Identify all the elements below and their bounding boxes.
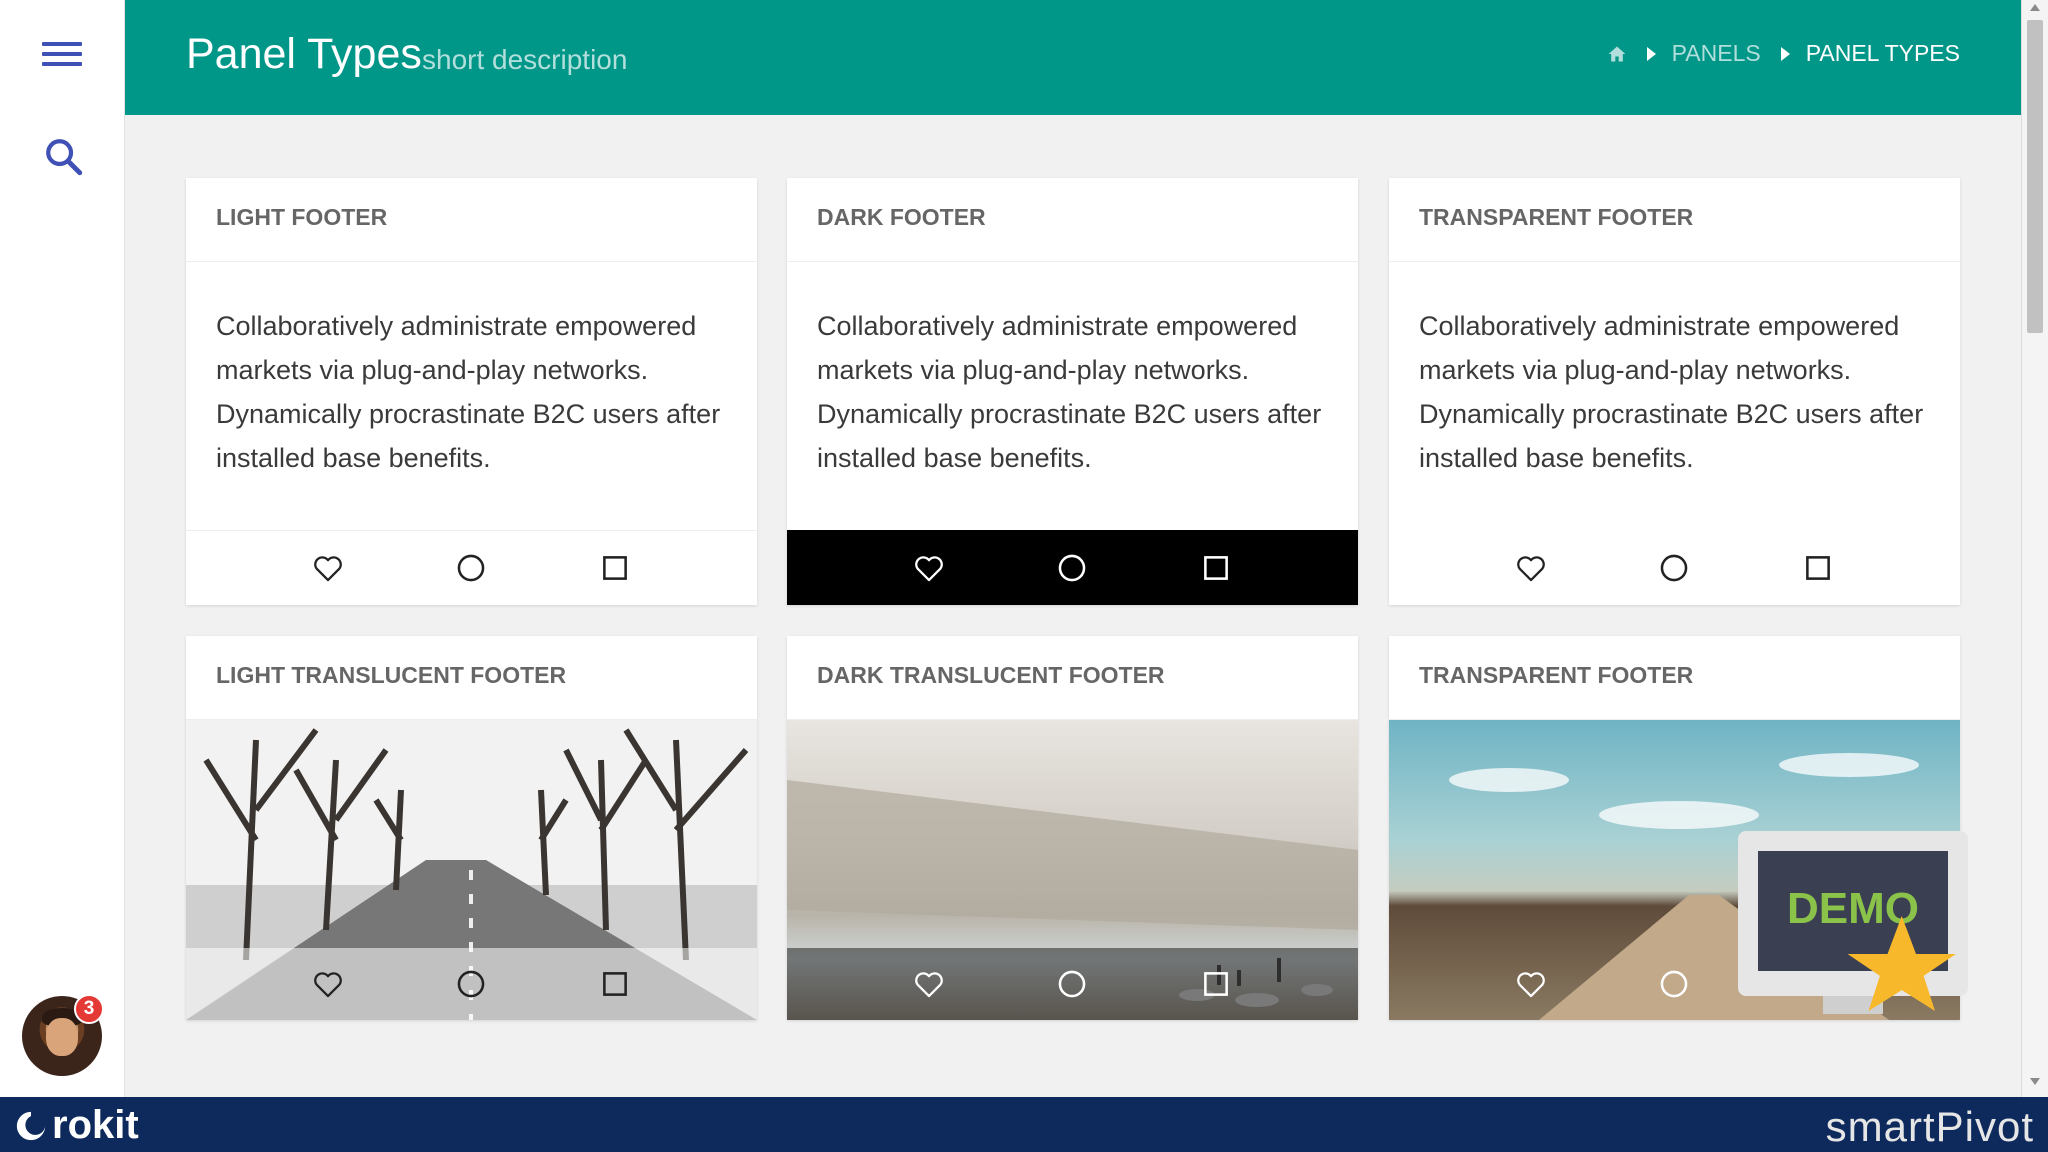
smartpivot-brand-text: smartPivot xyxy=(1825,1103,2034,1150)
left-rail: 3 xyxy=(0,0,125,1097)
card-footer xyxy=(787,948,1358,1020)
breadcrumb-panels[interactable]: PANELS xyxy=(1672,40,1761,67)
card-title: LIGHT TRANSLUCENT FOOTER xyxy=(186,636,757,720)
card-light-translucent-footer: LIGHT TRANSLUCENT FOOTER xyxy=(186,636,757,1020)
card-title: DARK TRANSLUCENT FOOTER xyxy=(787,636,1358,720)
heart-icon[interactable] xyxy=(311,967,345,1001)
square-icon[interactable] xyxy=(598,551,632,585)
rokit-brand-text: rokit xyxy=(52,1103,139,1147)
card-footer xyxy=(186,948,757,1020)
card-title: LIGHT FOOTER xyxy=(186,178,757,262)
card-dark-footer: DARK FOOTER Collaboratively administrate… xyxy=(787,178,1358,605)
card-dark-translucent-footer: DARK TRANSLUCENT FOOTER xyxy=(787,636,1358,1020)
scroll-down-icon[interactable] xyxy=(2030,1078,2040,1085)
breadcrumb: PANELS PANEL TYPES xyxy=(1607,40,1960,67)
page-subtitle: short description xyxy=(422,44,628,75)
circle-icon[interactable] xyxy=(454,551,488,585)
card-footer xyxy=(787,530,1358,605)
card-body: Collaboratively administrate empowered m… xyxy=(817,311,1322,473)
heart-icon[interactable] xyxy=(912,551,946,585)
search-icon[interactable] xyxy=(43,136,85,178)
card-title: TRANSPARENT FOOTER xyxy=(1389,636,1960,720)
notification-badge: 3 xyxy=(74,994,104,1024)
square-icon[interactable] xyxy=(598,967,632,1001)
scroll-up-icon[interactable] xyxy=(2030,4,2040,11)
card-body: Collaboratively administrate empowered m… xyxy=(216,311,721,473)
circle-icon[interactable] xyxy=(1055,551,1089,585)
heart-icon[interactable] xyxy=(1514,967,1548,1001)
home-icon[interactable] xyxy=(1607,44,1627,64)
heart-icon[interactable] xyxy=(912,967,946,1001)
card-footer xyxy=(186,530,757,605)
demo-badge: DEMO xyxy=(1738,831,1968,1014)
breadcrumb-panel-types: PANEL TYPES xyxy=(1805,40,1960,66)
heart-icon[interactable] xyxy=(311,551,345,585)
circle-icon[interactable] xyxy=(1055,967,1089,1001)
square-icon[interactable] xyxy=(1199,967,1233,1001)
circle-icon[interactable] xyxy=(1657,551,1691,585)
card-title: TRANSPARENT FOOTER xyxy=(1389,178,1960,262)
vertical-scrollbar[interactable] xyxy=(2021,0,2048,1097)
scrollbar-thumb[interactable] xyxy=(2027,20,2043,333)
card-photo-road-trees xyxy=(186,720,757,1020)
rokit-swirl-icon xyxy=(16,1111,46,1140)
page-header: Panel Types short description PANELS PAN… xyxy=(125,0,2021,115)
card-photo-lake-cliff xyxy=(787,720,1358,1020)
card-transparent-footer: TRANSPARENT FOOTER Collaboratively admin… xyxy=(1389,178,1960,605)
heart-icon[interactable] xyxy=(1514,551,1548,585)
circle-icon[interactable] xyxy=(454,967,488,1001)
chevron-right-icon xyxy=(1646,46,1656,61)
card-title: DARK FOOTER xyxy=(787,178,1358,262)
card-footer xyxy=(1389,530,1960,605)
circle-icon[interactable] xyxy=(1657,967,1691,1001)
hamburger-menu-icon[interactable] xyxy=(42,42,82,70)
page-title: Panel Types xyxy=(186,30,422,78)
chevron-right-icon xyxy=(1780,46,1790,61)
square-icon[interactable] xyxy=(1801,551,1835,585)
bottom-brand-bar: rokit smartPivot xyxy=(0,1097,2048,1152)
square-icon[interactable] xyxy=(1199,551,1233,585)
card-light-footer: LIGHT FOOTER Collaboratively administrat… xyxy=(186,178,757,605)
card-body: Collaboratively administrate empowered m… xyxy=(1419,311,1924,473)
rokit-logo: rokit xyxy=(14,1103,139,1148)
